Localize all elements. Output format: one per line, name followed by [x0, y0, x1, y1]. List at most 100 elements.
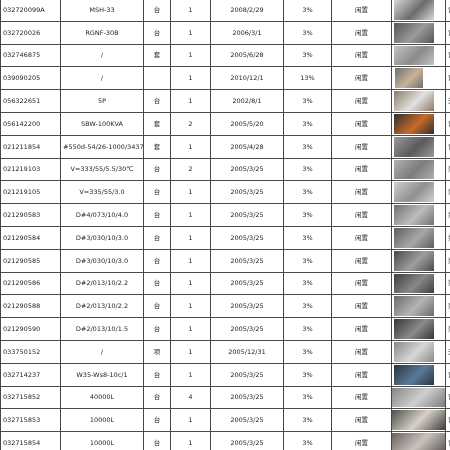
equipment-photo: [394, 45, 434, 66]
status-cell: 闲置: [331, 362, 392, 387]
purchase-date-cell: 2005/12/31: [210, 339, 284, 364]
remark-cell: 浆纱机改造，技术落后: [445, 294, 450, 319]
purchase-date-cell: 2005/3/25: [210, 317, 284, 341]
equipment-photo-cell: [391, 203, 446, 227]
remark-cell: 浆纱机改造，技术落后: [445, 317, 450, 341]
purchase-date-cell: 2005/3/25: [210, 203, 284, 227]
table-row: 03271585310000L台12005/3/253%闲置 设备已超过使用年限，…: [0, 408, 450, 433]
rate-cell: 3%: [283, 225, 332, 250]
remark-cell: 设备已超过使用年限，性能较差: [445, 431, 450, 450]
table-row: 021290590D#2/013/10/1.5台12005/3/253%闲置 浆纱…: [0, 317, 450, 341]
model-cell: /: [60, 66, 144, 91]
asset-number-cell: 033750152: [0, 339, 61, 364]
asset-number-cell: 021290583: [0, 203, 61, 227]
table-row: 032720026RGNF-30B台12006/3/13%闲置 设备已超过使用年限…: [0, 20, 450, 45]
asset-number-cell: 032714237: [0, 362, 61, 387]
status-cell: 闲置: [331, 66, 392, 91]
model-cell: D#3/030/10/3.0: [60, 225, 144, 250]
quantity-cell: 1: [170, 203, 211, 227]
equipment-photo: [394, 341, 434, 362]
asset-number-cell: 021219103: [0, 157, 61, 182]
equipment-photo-cell: [391, 294, 446, 319]
remark-cell: 浆纱机改造，技术落后: [445, 203, 450, 227]
model-cell: /: [60, 43, 144, 68]
quantity-cell: 1: [170, 43, 211, 68]
remark-cell: 设备已超过使用年限，性能较差: [445, 362, 450, 387]
quantity-cell: 1: [170, 89, 211, 113]
model-cell: D#4/073/10/4.0: [60, 203, 144, 227]
quantity-cell: 1: [170, 339, 211, 364]
remark-cell: 无利用价值，以报废处理: [445, 339, 450, 364]
model-cell: D#3/030/10/3.0: [60, 248, 144, 273]
purchase-date-cell: 2005/3/25: [210, 180, 284, 205]
status-cell: 闲置: [331, 20, 392, 45]
table-row: 021211854 #550d-54/26-1000/3437 套 1 2005/4/2…: [0, 134, 450, 159]
rate-cell: 3%: [283, 134, 332, 159]
quantity-cell: 1: [170, 362, 211, 387]
remark-cell: 设备已超过使用年限，性能较差: [445, 20, 450, 45]
table-row: 039090205/ 12010/12/113%闲置 设备已超过使用年限，性能较差: [0, 66, 450, 91]
unit-cell: 台: [143, 431, 171, 450]
equipment-photo: [394, 250, 434, 271]
equipment-photo: [394, 296, 434, 317]
asset-number-cell: 039090205: [0, 66, 61, 91]
purchase-date-cell: 2008/2/29: [210, 0, 284, 22]
remark-cell: 设备已超过使用年限，性能较差: [445, 111, 450, 136]
purchase-date-cell: 2005/5/20: [210, 111, 284, 136]
status-cell: 闲置: [331, 0, 392, 22]
rate-cell: 3%: [283, 362, 332, 387]
equipment-photo-cell: [391, 111, 446, 136]
model-cell: 10000L: [60, 431, 144, 450]
quantity-cell: 4: [170, 385, 211, 410]
model-cell: D#2/013/10/2.2: [60, 271, 144, 296]
rate-cell: 3%: [283, 248, 332, 273]
equipment-photo: [394, 136, 434, 157]
table-row: 021290586D#2/013/10/2.2台12005/3/253%闲置 浆纱…: [0, 271, 450, 296]
equipment-photo-cell: [391, 385, 446, 410]
purchase-date-cell: 2005/3/25: [210, 157, 284, 182]
remark-cell: 设备已超过使用年限，性能较差: [445, 43, 450, 68]
unit-cell: 台: [143, 271, 171, 296]
table-row: 033750152/项12005/12/313%闲置 无利用价值，以报废处理: [0, 339, 450, 364]
unit-cell: 台: [143, 294, 171, 319]
rate-cell: 3%: [283, 157, 332, 182]
asset-number-cell: 021290584: [0, 225, 61, 250]
status-cell: 闲置: [331, 180, 392, 205]
purchase-date-cell: 2010/12/1: [210, 66, 284, 91]
equipment-photo-cell: [391, 134, 446, 159]
equipment-photo-cell: [391, 248, 446, 273]
model-cell: W35-Ws8-10c/1: [60, 362, 144, 387]
equipment-photo-cell: [391, 66, 446, 91]
equipment-photo-cell: [391, 317, 446, 341]
quantity-cell: 1: [170, 0, 211, 22]
purchase-date-cell: 2005/3/25: [210, 385, 284, 410]
equipment-photo: [394, 159, 434, 180]
rate-cell: 3%: [283, 0, 332, 22]
purchase-date-cell: 2005/3/25: [210, 294, 284, 319]
asset-number-cell: 032720099A: [0, 0, 61, 22]
rate-cell: 3%: [283, 111, 332, 136]
unit-cell: 台: [143, 157, 171, 182]
rate-cell: 3%: [283, 89, 332, 113]
unit-cell: 台: [143, 180, 171, 205]
model-cell: RGNF-30B: [60, 20, 144, 45]
rate-cell: 3%: [283, 20, 332, 45]
remark-cell: 设备已超过使用年限，性能较差: [445, 134, 450, 159]
unit-cell: 台: [143, 362, 171, 387]
model-cell: 40000L: [60, 385, 144, 410]
table-row: 032714237W35-Ws8-10c/1台12005/3/253%闲置 设备已…: [0, 362, 450, 387]
equipment-photo: [394, 364, 434, 385]
purchase-date-cell: 2005/4/28: [210, 134, 284, 159]
quantity-cell: 1: [170, 66, 211, 91]
table-row: 032720099AMSH-33台12008/2/293%闲置 设备已超过使用年限…: [0, 0, 450, 22]
table-row: 021290585D#3/030/10/3.0台12005/3/253%闲置 浆纱…: [0, 248, 450, 273]
equipment-photo: [394, 182, 434, 203]
equipment-photo: [394, 205, 434, 225]
purchase-date-cell: 2005/3/25: [210, 248, 284, 273]
status-cell: 闲置: [331, 225, 392, 250]
unit-cell: 台: [143, 248, 171, 273]
asset-number-cell: 032746875: [0, 43, 61, 68]
remark-cell: 无利用价值，以报废处理: [445, 89, 450, 113]
equipment-photo-cell: [391, 339, 446, 364]
model-cell: V=335/55/3.0: [60, 180, 144, 205]
